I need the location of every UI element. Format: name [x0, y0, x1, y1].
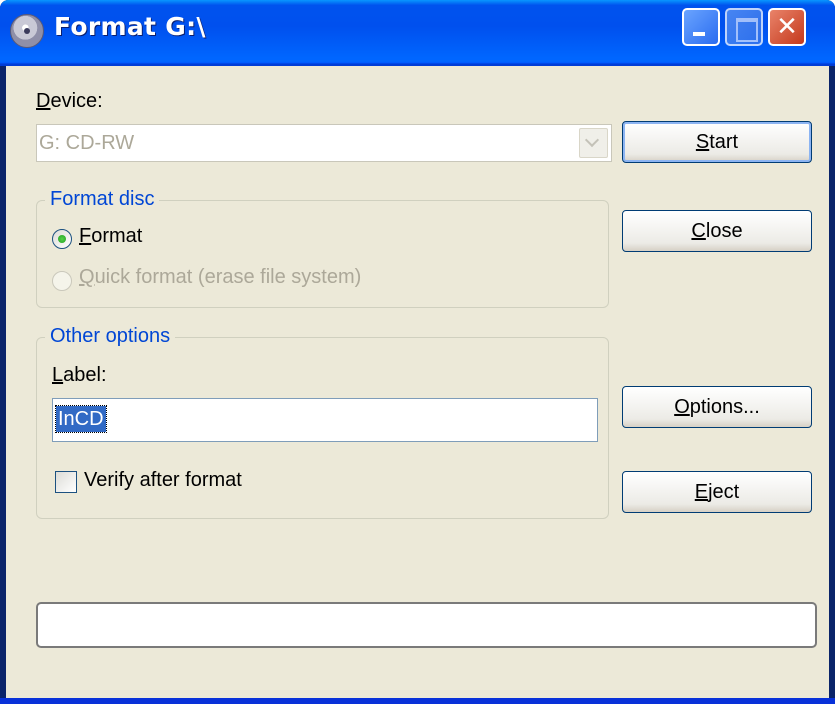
close-window-button[interactable]: ✕	[768, 8, 806, 46]
eject-button[interactable]: Eject	[622, 471, 812, 513]
start-button[interactable]: Start	[622, 121, 812, 163]
device-select[interactable]: G: CD-RW	[36, 124, 612, 162]
minimize-button[interactable]	[682, 8, 720, 46]
device-label: Device:	[36, 90, 103, 113]
quick-format-label: Quick format (erase file system)	[79, 266, 361, 289]
close-rest: lose	[705, 220, 743, 242]
start-rest: tart	[709, 131, 739, 153]
close-mnemonic: C	[691, 220, 706, 242]
chevron-down-icon	[584, 132, 600, 148]
verify-checkbox[interactable]	[55, 471, 77, 493]
title-bar[interactable]: Format G:\ ✕	[0, 0, 835, 66]
format-dialog: Format G:\ ✕ Device: G: CD-RW Start Clos…	[0, 0, 835, 704]
format-radio-label[interactable]: Format	[79, 225, 142, 248]
quick-mnemonic: Q	[79, 266, 95, 288]
window-title: Format G:\	[54, 12, 206, 41]
dialog-body: Device: G: CD-RW Start Close Options... …	[6, 66, 829, 698]
verify-label[interactable]: Verify after format	[84, 469, 242, 492]
eject-rest: ject	[708, 481, 740, 503]
volume-label-input[interactable]: InCD	[52, 398, 598, 442]
format-disc-title: Format disc	[45, 188, 160, 211]
label-mnemonic: L	[52, 364, 64, 386]
format-mnemonic: F	[79, 225, 92, 247]
label-rest: abel:	[63, 364, 107, 386]
dropdown-arrow[interactable]	[579, 128, 608, 158]
maximize-button	[725, 8, 763, 46]
device-label-rest: evice:	[50, 90, 103, 112]
options-button[interactable]: Options...	[622, 386, 812, 428]
volume-label-caption: Label:	[52, 364, 107, 387]
quick-format-radio	[52, 271, 72, 291]
progress-bar	[36, 602, 817, 648]
window-frame-bottom	[0, 698, 835, 704]
close-button[interactable]: Close	[622, 210, 812, 252]
eject-mnemonic: E	[694, 481, 709, 503]
start-mnemonic: S	[695, 131, 710, 153]
close-icon: ✕	[776, 12, 798, 42]
quick-rest: uick format (erase file system)	[94, 266, 362, 288]
volume-label-value: InCD	[55, 405, 107, 433]
disc-icon	[10, 14, 44, 48]
device-label-mnemonic: D	[36, 90, 51, 112]
format-disc-group: Format disc Format Quick format (erase f…	[36, 188, 609, 308]
format-radio[interactable]	[52, 229, 72, 249]
other-options-title: Other options	[45, 325, 176, 348]
options-mnemonic: O	[674, 396, 690, 418]
options-rest: ptions...	[689, 396, 760, 418]
format-rest: ormat	[91, 225, 143, 247]
device-select-value: G: CD-RW	[39, 132, 135, 154]
